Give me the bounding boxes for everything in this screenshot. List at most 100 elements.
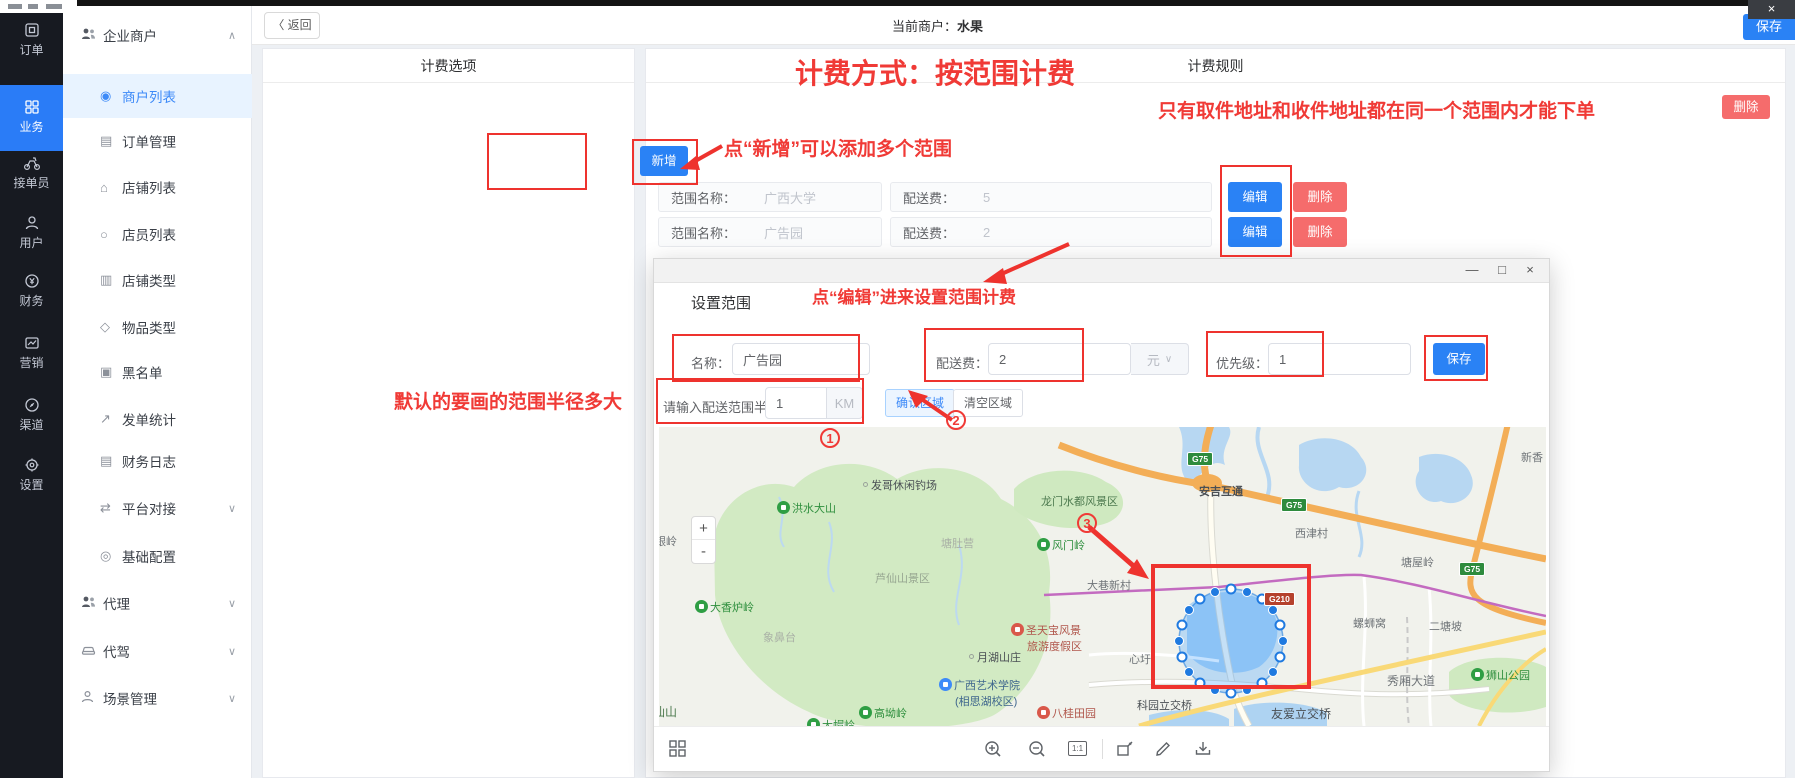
map-label: 塘肚营 [941, 535, 974, 551]
rail-item-finance[interactable]: 财务 [0, 273, 63, 309]
map-zoom-out-button[interactable]: - [692, 540, 715, 563]
fee-unit-select[interactable]: 元∨ [1131, 343, 1189, 375]
delete-range-button[interactable]: 删除 [1293, 182, 1347, 212]
map-label: 秀厢大道 [1387, 672, 1435, 689]
map-label: 象鼻台 [763, 629, 796, 645]
rail-item-business[interactable]: 业务 [0, 85, 63, 151]
annotation-step-1: 1 [820, 428, 840, 448]
download-icon[interactable] [1194, 740, 1212, 763]
window-top-edge [77, 0, 1795, 6]
annotation-add-note: 点“新增”可以添加多个范围 [724, 134, 952, 161]
map-label: 芦仙山景区 [875, 570, 930, 586]
edit-range-button[interactable]: 编辑 [1228, 182, 1282, 212]
close-icon[interactable]: × [1519, 262, 1541, 277]
chevron-up-icon: ∧ [228, 29, 236, 42]
platform-link-icon: ⇄ [100, 500, 120, 516]
map-label: 大帽岭 [807, 717, 855, 726]
maximize-icon[interactable]: □ [1491, 262, 1513, 277]
billing-options-title: 计费选项 [263, 49, 634, 83]
minimize-icon[interactable]: — [1461, 262, 1483, 277]
layers-grid-icon[interactable] [669, 740, 686, 762]
rail-item-courier[interactable]: 接单员 [0, 155, 63, 191]
shop-type-icon: ▥ [100, 272, 120, 288]
select-rectangle-icon[interactable] [1116, 740, 1134, 763]
radius-input[interactable] [765, 387, 827, 419]
sidebar-item-dispatch-stats[interactable]: ↗ 发单统计 [63, 402, 252, 436]
rail-item-channel[interactable]: 渠道 [0, 397, 63, 433]
rail-item-users[interactable]: 用户 [0, 215, 63, 251]
priority-input[interactable] [1268, 343, 1411, 375]
people-pair-icon [81, 27, 101, 43]
courier-icon [23, 155, 41, 171]
rail-item-settings[interactable]: 设置 [0, 457, 63, 493]
settings-gear-icon [24, 457, 40, 473]
blacklist-icon: ▣ [100, 364, 120, 380]
zoom-out-icon[interactable] [1028, 740, 1046, 763]
map-label: 洪水大山 [777, 500, 836, 516]
marketing-icon [24, 335, 40, 351]
back-button[interactable]: 〈 返回 [264, 12, 320, 39]
sidebar-item-agent[interactable]: 代理 ∨ [63, 586, 252, 620]
edit-range-button[interactable]: 编辑 [1228, 217, 1282, 247]
finance-icon [24, 273, 40, 289]
range-row-fee: 配送费： 5 [890, 182, 1212, 212]
sidebar-group-enterprise-merchant[interactable]: 企业商户 ∧ [63, 18, 252, 52]
map-label: 狮山公园 [1471, 667, 1530, 683]
map-zoom-in-button[interactable]: + [692, 517, 715, 540]
zoom-in-icon[interactable] [984, 740, 1002, 763]
stats-icon: ↗ [100, 411, 120, 427]
poi-pin-green-icon [777, 501, 790, 514]
section-delete-button[interactable]: 删除 [1722, 95, 1770, 119]
window-close-icon[interactable]: × [1748, 0, 1795, 19]
name-label: 名称： [691, 353, 730, 372]
order-icon [24, 22, 40, 38]
sidebar-item-blacklist[interactable]: ▣ 黑名单 [63, 355, 252, 389]
current-merchant: 当前商户：水果 [892, 16, 983, 35]
poi-pin-red-icon [1011, 623, 1024, 636]
delete-range-button[interactable]: 删除 [1293, 217, 1347, 247]
poi-dot-icon [863, 482, 868, 487]
sidebar-item-platform-link[interactable]: ⇄ 平台对接 ∨ [63, 491, 252, 525]
modal-title: 设置范围 [691, 292, 751, 313]
delivery-fee-input[interactable] [988, 343, 1131, 375]
rail-item-marketing[interactable]: 营销 [0, 335, 63, 371]
chevron-down-icon: ∨ [228, 645, 236, 658]
map-label: 新香 [1521, 449, 1543, 465]
annotation-step-2: 2 [946, 410, 966, 430]
map-label: 龙门水都风景区 [1041, 493, 1118, 509]
sidebar-item-shop-type[interactable]: ▥ 店铺类型 [63, 263, 252, 297]
modal-titlebar[interactable]: — □ × [654, 259, 1549, 283]
add-range-button[interactable]: 新增 [640, 146, 688, 176]
map-canvas[interactable]: + - 发哥休闲钓场 洪水大山 银岭 龙门水都风景区 风门岭 塘肚营 芦仙山景区… [659, 427, 1546, 726]
map-label: 银岭 [659, 533, 677, 549]
sidebar-item-finance-log[interactable]: ▤ 财务日志 [63, 444, 252, 478]
chevron-down-icon: ∨ [228, 692, 236, 705]
sidebar-item-item-type[interactable]: ◇ 物品类型 [63, 310, 252, 344]
chevron-down-icon: ∨ [228, 502, 236, 515]
rail-item-orders[interactable]: 订单 [0, 22, 63, 58]
shop-icon: ⌂ [100, 180, 120, 195]
sidebar-item-order-management[interactable]: ▤ 订单管理 [63, 124, 252, 158]
sidebar-item-base-config[interactable]: ◎ 基础配置 [63, 539, 252, 573]
modal-save-button[interactable]: 保存 [1433, 343, 1485, 375]
map-label: 八桂田园 [1037, 705, 1096, 721]
map-label: 大巷新村 [1087, 577, 1131, 593]
range-name-input[interactable] [732, 343, 870, 375]
draw-pencil-icon[interactable] [1154, 740, 1172, 763]
annotation-step-3: 3 [1077, 513, 1097, 533]
map-label: 螺蛳窝 [1353, 615, 1386, 631]
scale-1-1-button[interactable]: 1:1 [1068, 741, 1087, 756]
map-zoom-control: + - [691, 516, 716, 564]
map-label: 广西艺术学院(相思湖校区) [939, 677, 1020, 709]
secondary-sidebar: 企业商户 ∧ ◉ 商户列表 ▤ 订单管理 ⌂ 店铺列表 ○ 店员列表 ▥ 店铺类… [63, 6, 252, 778]
radius-unit: KM [827, 387, 863, 419]
sidebar-item-scene-management[interactable]: 场景管理 ∨ [63, 681, 252, 715]
sidebar-item-merchant-list[interactable]: ◉ 商户列表 [63, 74, 252, 118]
sidebar-item-clerk-list[interactable]: ○ 店员列表 [63, 217, 252, 251]
sidebar-item-driver[interactable]: 代驾 ∨ [63, 634, 252, 668]
confirm-area-button[interactable]: 确认区域 [885, 389, 955, 417]
sidebar-item-shop-list[interactable]: ⌂ 店铺列表 [63, 170, 252, 204]
poi-pin-green-icon [807, 718, 820, 726]
highway-badge-g210: G210 [1264, 592, 1295, 606]
poi-pin-green-icon [1471, 668, 1484, 681]
